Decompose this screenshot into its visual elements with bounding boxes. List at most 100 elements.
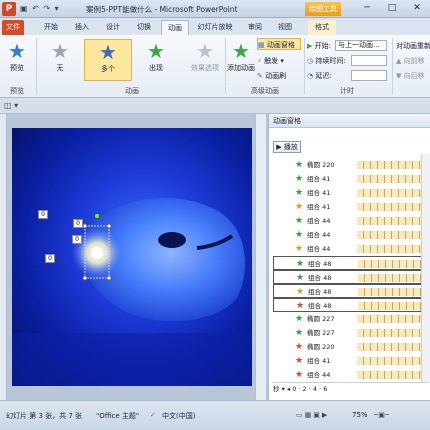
move-later-button[interactable]: ▼ 向后移 <box>396 70 430 82</box>
animation-row[interactable]: ★ 组合 48 <box>273 298 423 312</box>
animation-row[interactable]: ★ 组合 44 <box>273 214 423 228</box>
spelling-icon[interactable]: ✓ <box>150 411 156 419</box>
animation-row[interactable]: ★ 组合 41 <box>273 172 423 186</box>
animation-row[interactable]: ★ 组合 44 <box>273 228 423 242</box>
animation-timeline[interactable] <box>357 315 421 323</box>
close-button[interactable]: ✕ <box>405 2 429 15</box>
minimize-button[interactable]: ─ <box>355 2 379 15</box>
animation-timeline[interactable] <box>358 302 422 310</box>
zoom-level[interactable]: 75% <box>352 411 368 419</box>
animation-row-name: 组合 48 <box>308 302 332 310</box>
group-label-timing: 计时 <box>340 87 354 95</box>
zoom-slider[interactable]: ─▣─ <box>374 411 389 419</box>
tab-home[interactable]: 开始 <box>40 20 62 35</box>
trigger-label: 触发 ▾ <box>264 57 284 65</box>
animation-row[interactable]: ★ 椭圆 227 <box>273 312 423 326</box>
animation-timeline[interactable] <box>358 260 422 268</box>
animation-row[interactable]: ★ 组合 44 <box>273 242 423 256</box>
animation-marker[interactable]: 0 <box>72 235 82 244</box>
delay-input[interactable] <box>351 70 387 81</box>
slide-canvas[interactable]: 0 0 0 0 <box>12 128 252 386</box>
animation-effect-icon: ★ <box>295 216 304 226</box>
clock-icon: ◷ <box>307 57 314 65</box>
multiple-star-icon: ★ <box>99 40 117 64</box>
animation-row[interactable]: ★ 组合 41 <box>273 200 423 214</box>
effect-options-button[interactable]: ★ 效果选项 <box>188 39 222 81</box>
powerpoint-app-icon[interactable]: P <box>2 2 16 16</box>
animation-row[interactable]: ★ 组合 48 <box>273 256 423 270</box>
animation-marker[interactable]: 0 <box>38 210 48 219</box>
theme-name[interactable]: "Office 主题" <box>96 411 139 421</box>
tab-format[interactable]: 格式 <box>308 20 336 35</box>
animation-timeline[interactable] <box>357 245 421 253</box>
animation-timeline[interactable] <box>358 274 422 282</box>
vertical-ruler <box>0 114 7 400</box>
animation-painter-button[interactable]: ✎ 动画刷 <box>257 70 301 82</box>
animation-effect-icon: ★ <box>295 370 304 380</box>
animation-row[interactable]: ★ 椭圆 227 <box>273 326 423 340</box>
effect-appear[interactable]: ★ 出现 <box>138 39 174 81</box>
tab-design[interactable]: 设计 <box>102 20 124 35</box>
effect-none-label: 无 <box>56 64 64 72</box>
animation-timeline[interactable] <box>357 329 421 337</box>
animation-row[interactable]: ★ 组合 41 <box>273 354 423 368</box>
maximize-button[interactable]: □ <box>380 2 404 15</box>
animation-timeline[interactable] <box>357 343 421 351</box>
animation-timeline[interactable] <box>357 189 421 197</box>
ribbon-separator <box>392 38 393 94</box>
animation-row[interactable]: ★ 组合 48 <box>273 270 423 284</box>
animation-row[interactable]: ★ 椭圆 220 <box>273 158 423 172</box>
add-animation-button[interactable]: ★ 添加动画 <box>227 39 255 81</box>
animation-timeline[interactable] <box>357 357 421 365</box>
tab-animations[interactable]: 动画 <box>161 20 189 35</box>
animation-row[interactable]: ★ 组合 48 <box>273 284 423 298</box>
animation-timeline[interactable] <box>358 288 422 296</box>
animation-timeline[interactable] <box>357 231 421 239</box>
animation-pane-scrollbar[interactable] <box>421 154 430 382</box>
effect-none[interactable]: ★ 无 <box>42 39 78 81</box>
tab-transitions[interactable]: 切换 <box>133 20 155 35</box>
animation-effect-icon: ★ <box>296 273 305 283</box>
animation-row[interactable]: ★ 组合 44 <box>273 368 423 382</box>
animation-effect-icon: ★ <box>295 244 304 254</box>
animation-timeline[interactable] <box>357 203 421 211</box>
effect-multiple[interactable]: ★ 多个 <box>84 39 132 81</box>
preview-button[interactable]: ★ 预览 <box>2 39 32 81</box>
animation-marker[interactable]: 0 <box>73 219 83 228</box>
animation-painter-label: 动画刷 <box>265 72 287 80</box>
view-buttons-icon[interactable]: ▭▦▣▶ <box>296 411 329 419</box>
animation-row[interactable]: ★ 椭圆 220 <box>273 340 423 354</box>
tab-slideshow[interactable]: 幻灯片放映 <box>194 20 236 35</box>
animation-marker[interactable]: 0 <box>45 254 55 263</box>
animation-timeline[interactable] <box>357 217 421 225</box>
slide-vertical-scrollbar[interactable] <box>255 114 266 400</box>
start-select[interactable]: 与上一动画... <box>335 40 387 51</box>
move-earlier-button[interactable]: ▲ 向前移 <box>396 55 430 67</box>
animation-timeline[interactable] <box>357 371 421 379</box>
animation-row-name: 组合 48 <box>308 260 332 268</box>
animation-effect-icon: ★ <box>295 202 304 212</box>
tab-file[interactable]: 文件 <box>2 20 24 35</box>
tab-insert[interactable]: 插入 <box>71 20 93 35</box>
selection-handle <box>106 275 112 281</box>
view-toggle-icon[interactable]: ◫ ▾ <box>4 101 18 110</box>
effect-appear-label: 出现 <box>149 64 163 72</box>
quick-access-toolbar[interactable]: ▣ ↶ ↷ ▾ <box>20 4 60 13</box>
rotation-handle <box>94 213 100 219</box>
animation-effect-icon: ★ <box>295 230 304 240</box>
tab-review[interactable]: 审阅 <box>244 20 266 35</box>
duration-input[interactable] <box>351 55 387 66</box>
trigger-button[interactable]: ⚡ 触发 ▾ <box>257 55 301 67</box>
animation-timeline[interactable] <box>357 175 421 183</box>
language[interactable]: 中文(中国) <box>162 411 195 421</box>
play-button[interactable]: ▶ 播放 <box>273 141 301 153</box>
animation-row-name: 组合 41 <box>307 357 331 365</box>
orb-center <box>91 247 103 259</box>
seconds-timeline-bar[interactable]: 秒 ▾ ◂ 0 · 2 · 4 · 6 <box>273 382 429 394</box>
animation-row-name: 组合 44 <box>307 245 331 253</box>
animation-row-name: 组合 44 <box>307 371 331 379</box>
animation-timeline[interactable] <box>357 161 421 169</box>
animation-pane-button[interactable]: ▦ 动画窗格 <box>257 38 301 50</box>
animation-row[interactable]: ★ 组合 41 <box>273 186 423 200</box>
tab-view[interactable]: 视图 <box>274 20 296 35</box>
